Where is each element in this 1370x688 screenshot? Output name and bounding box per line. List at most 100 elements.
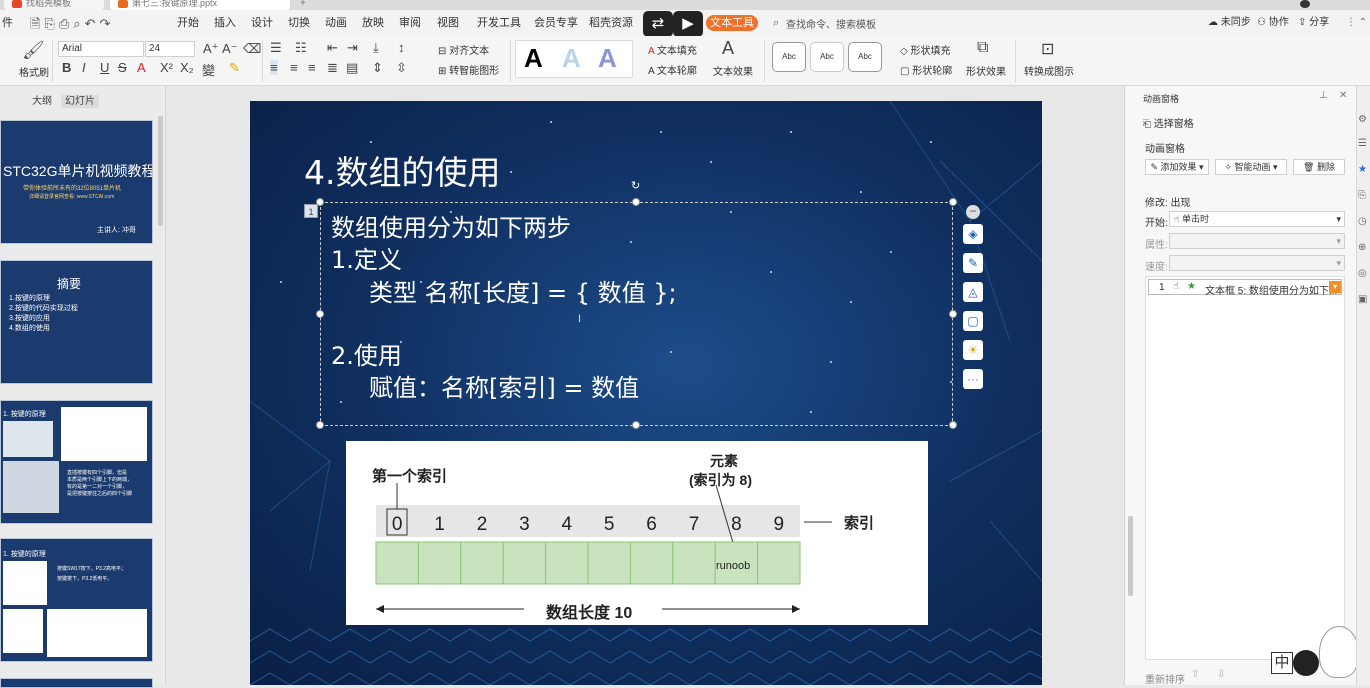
speed-select[interactable]: ▾	[1169, 255, 1345, 271]
slide-thumbnail-2[interactable]: 摘要 1.按键的原理 2.按键的代码实现过程 3.按键的应用 4.数组的使用	[0, 260, 153, 384]
save-icon[interactable]: 🗎	[30, 16, 44, 31]
avatar[interactable]	[1300, 0, 1310, 8]
font-color-icon[interactable]: A	[137, 60, 146, 75]
side-tool-1-icon[interactable]: ⚙	[1358, 114, 1367, 125]
grow-font-icon[interactable]: A⁺	[203, 41, 219, 57]
rotate-handle-icon[interactable]: ↻	[631, 179, 640, 192]
resize-handle-sw[interactable]	[316, 421, 324, 429]
item-dropdown-icon[interactable]: ▾	[1329, 281, 1341, 293]
slide-title[interactable]: 4.数组的使用	[304, 146, 501, 194]
para-spacing-icon[interactable]: ⇕	[372, 60, 383, 76]
resize-handle-e[interactable]	[949, 310, 957, 318]
menu-file[interactable]: 件	[2, 10, 13, 36]
collapse-toolbar-icon[interactable]: −	[966, 205, 980, 219]
scrollbar-thumb[interactable]	[158, 116, 163, 226]
selected-textbox[interactable]: 数组使用分为如下两步 1.定义 类型 名称[长度] = { 数值 }; 2.使用…	[320, 202, 953, 426]
convert-picture-label[interactable]: 转换成图示	[1024, 63, 1074, 78]
tab-text-tools[interactable]: 文本工具	[706, 15, 758, 31]
menu-review[interactable]: 审阅	[399, 10, 421, 36]
shape-fill-button[interactable]: ◇ 形状填充	[900, 42, 950, 57]
collab-button[interactable]: ⚇ 协作	[1257, 10, 1289, 36]
slide-thumbnail-3[interactable]: 1. 按键的原理 直插按键有四个引脚，但是 本质是两个引脚上下的两端， 有的是第…	[0, 400, 153, 524]
text-style-black-icon[interactable]: A	[524, 43, 543, 73]
strikethrough-icon[interactable]: S	[118, 60, 127, 75]
slide-thumbnail-4[interactable]: 1. 按键的原理 按键SW17按下，P3.2高电平； 按键按下，P3.2低电平。	[0, 538, 153, 662]
property-select[interactable]: ▾	[1169, 233, 1345, 249]
resize-handle-se[interactable]	[949, 421, 957, 429]
convert-smartart-button[interactable]: ⊞ 转智能图形	[438, 62, 499, 77]
clear-format-icon[interactable]: ⌫	[243, 41, 261, 57]
menu-member[interactable]: 会员专享	[534, 10, 578, 36]
menu-design[interactable]: 设计	[251, 10, 273, 36]
highlight-icon[interactable]: ✎	[229, 60, 240, 76]
new-tab-icon[interactable]: +	[300, 0, 306, 9]
text-outline-button[interactable]: A 文本轮廓	[648, 62, 697, 77]
text-effect-label[interactable]: 文本效果	[713, 63, 753, 78]
pen-icon[interactable]: ✎	[963, 253, 983, 273]
text-style-blue-icon[interactable]: A	[598, 43, 617, 73]
menu-start[interactable]: 开始	[177, 10, 199, 36]
resize-handle-ne[interactable]	[949, 198, 957, 206]
resize-handle-s[interactable]	[632, 421, 640, 429]
tab-outline[interactable]: 大纲	[28, 95, 56, 108]
delete-button[interactable]: 🗑 删除	[1293, 159, 1345, 175]
share-button[interactable]: ⇪ 分享	[1298, 10, 1329, 36]
smart-animation-button[interactable]: ✧ 智能动画 ▾	[1215, 159, 1287, 175]
decrease-indent-icon[interactable]: ⇤	[327, 40, 338, 56]
columns-icon[interactable]: ⇳	[396, 60, 407, 76]
line-spacing-icon[interactable]: ↕	[398, 40, 405, 55]
animation-list-item[interactable]: 1 ☝ ★ 文本框 5: 数组使用分为如下... ▾	[1148, 279, 1342, 297]
close-panel-icon[interactable]: ✕	[1339, 90, 1347, 101]
fill-bucket-icon[interactable]: ◬	[963, 282, 983, 302]
side-tool-4-icon[interactable]: ◷	[1358, 216, 1367, 227]
menu-view[interactable]: 视图	[437, 10, 459, 36]
slide-thumbnail-5[interactable]	[0, 678, 153, 688]
panel-title[interactable]: 动画窗格	[1143, 92, 1179, 105]
menu-animation[interactable]: 动画	[325, 10, 347, 36]
tab-slides[interactable]: 幻灯片	[61, 95, 99, 108]
shape-style-1[interactable]: Abc	[772, 42, 806, 72]
subscript-icon[interactable]: X₂	[180, 60, 194, 75]
print-icon[interactable]: ⎙	[59, 16, 73, 31]
distribute-icon[interactable]: ▤	[346, 60, 358, 76]
lightbulb-icon[interactable]: ☀	[963, 340, 983, 360]
shape-outline-button[interactable]: ▢ 形状轮廓	[900, 62, 952, 77]
export-icon[interactable]: ⎘	[44, 16, 58, 31]
shape-effect-icon[interactable]: ⧉	[977, 39, 988, 57]
shrink-font-icon[interactable]: A⁻	[222, 41, 238, 57]
menu-transition[interactable]: 切换	[288, 10, 310, 36]
bold-icon[interactable]: B	[62, 60, 71, 75]
play-overlay-icon[interactable]: ▶	[673, 11, 703, 37]
ime-indicator-icon[interactable]: 中	[1271, 652, 1293, 674]
pin-icon[interactable]: ⊥	[1319, 90, 1328, 101]
align-left-icon[interactable]: ≡	[270, 60, 278, 75]
screen-switch-icon[interactable]: ⇄	[643, 11, 673, 37]
more-menu-icon[interactable]: ⋮ ⌃	[1346, 10, 1367, 36]
font-size-select[interactable]: 24	[145, 41, 195, 57]
resize-handle-w[interactable]	[316, 310, 324, 318]
move-down-icon[interactable]: ⇩	[1217, 669, 1225, 680]
text-style-light-icon[interactable]: A	[562, 43, 581, 73]
align-text-button[interactable]: ⊟ 对齐文本	[438, 42, 489, 57]
preview-icon[interactable]: ⌕	[73, 16, 84, 31]
more-options-icon[interactable]: ···	[963, 369, 983, 389]
menu-slideshow[interactable]: 放映	[362, 10, 384, 36]
menu-docer[interactable]: 稻壳资源	[589, 10, 633, 36]
search-input[interactable]: 查找命令、搜索模板	[786, 16, 876, 31]
menu-developer[interactable]: 开发工具	[477, 10, 521, 36]
layers-icon[interactable]: ◈	[963, 224, 983, 244]
shape-effect-label[interactable]: 形状效果	[966, 63, 1006, 78]
sync-status[interactable]: ☁ 未同步	[1208, 10, 1251, 36]
increase-indent-icon[interactable]: ⇥	[347, 40, 358, 56]
shape-style-3[interactable]: Abc	[848, 42, 882, 72]
superscript-icon[interactable]: X²	[160, 60, 173, 75]
move-up-icon[interactable]: ⇧	[1191, 669, 1199, 680]
border-icon[interactable]: ▢	[963, 311, 983, 331]
redo-icon[interactable]: ↷	[99, 16, 114, 31]
array-diagram[interactable]: 0 1 2 3 4 5 6 7 8 9 第一个索引 元素 (索引为 8) 索引 runoob 数组…	[346, 441, 928, 625]
start-select[interactable]: ☝ 单击时 ▾	[1169, 211, 1345, 227]
format-painter-icon[interactable]: 🖌	[22, 40, 45, 61]
side-tool-7-icon[interactable]: ▣	[1358, 294, 1367, 305]
select-pane-button[interactable]: ⎗ 选择窗格	[1143, 115, 1194, 130]
numbering-icon[interactable]: ☷	[295, 40, 307, 56]
